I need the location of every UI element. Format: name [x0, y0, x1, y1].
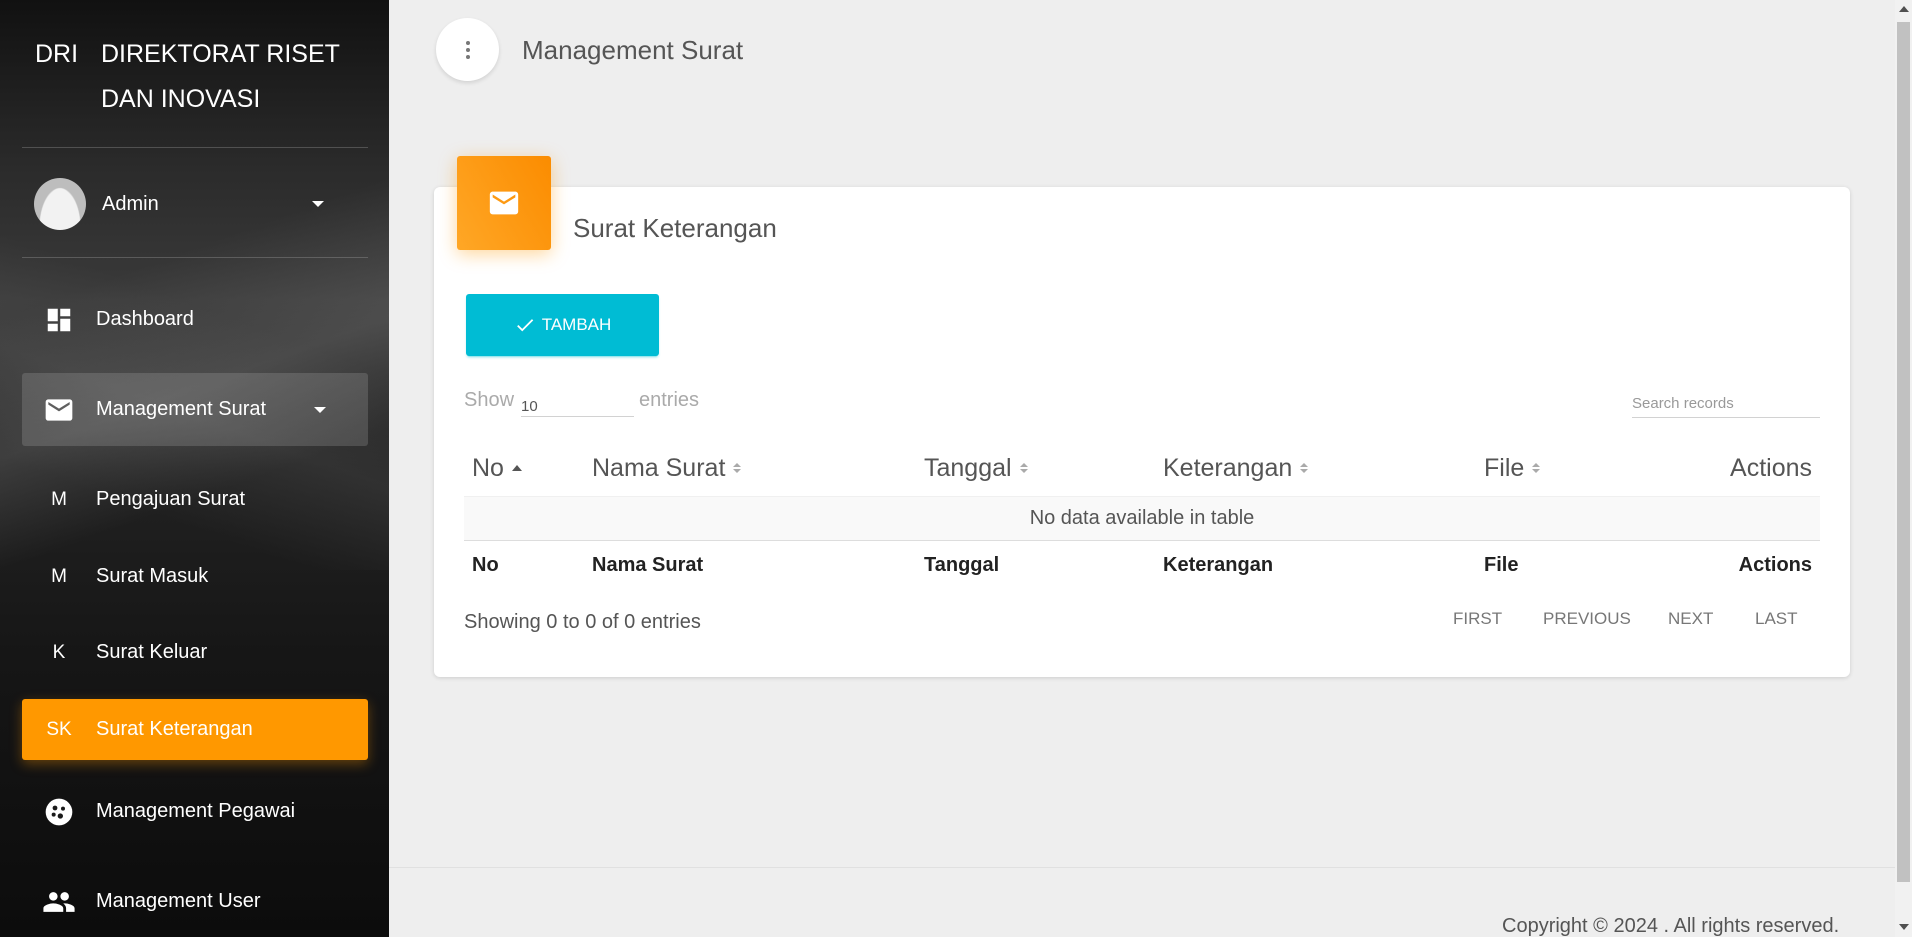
more-vert-dot	[465, 54, 470, 59]
dashboard-icon	[22, 305, 96, 335]
chevron-down-icon	[314, 406, 326, 413]
sidebar-item-label: Management Pegawai	[96, 800, 296, 822]
scroll-thumb[interactable]	[1897, 22, 1910, 882]
entries-length-select[interactable]	[521, 393, 634, 417]
avatar	[34, 178, 86, 230]
sort-asc-icon	[511, 465, 522, 471]
show-label: Show	[464, 389, 515, 411]
sidebar-item-mini: K	[52, 641, 66, 663]
sidebar-item-mini: M	[51, 565, 67, 587]
column-header-keterangan[interactable]: Keterangan	[1155, 454, 1476, 483]
sidebar-item-management-user[interactable]: Management User	[22, 871, 368, 932]
column-header-label: Actions	[1730, 453, 1812, 482]
more-vert-icon	[465, 40, 470, 45]
footer-cell: Keterangan	[1163, 554, 1274, 576]
sidebar-item-surat-keluar[interactable]: K Surat Keluar	[22, 622, 368, 683]
sidebar-item-pengajuan-surat[interactable]: M Pengajuan Surat	[22, 469, 368, 530]
column-header-label: No	[472, 453, 504, 482]
main-content: Management Surat Surat Keterangan TAMBAH…	[389, 0, 1895, 937]
sort-icon	[733, 463, 742, 473]
sidebar-item-label: Management User	[96, 890, 261, 912]
check-icon	[516, 319, 533, 332]
face-icon	[22, 796, 96, 828]
sidebar-item-label: Pengajuan Surat	[96, 488, 246, 510]
sidebar-item-mini: SK	[46, 718, 72, 740]
column-header-actions: Actions	[1676, 454, 1820, 483]
scroll-up-icon[interactable]	[1899, 6, 1909, 12]
table-header: No Nama Surat Tanggal Keterangan File Ac…	[464, 440, 1820, 496]
sidebar-divider	[22, 147, 368, 148]
brand-mini: DRI	[35, 40, 79, 68]
sidebar-item-label: Dashboard	[96, 308, 194, 330]
card-title: Surat Keterangan	[573, 213, 777, 243]
sidebar-item-label: Management Surat	[96, 398, 267, 420]
table-info: Showing 0 to 0 of 0 entries	[464, 611, 701, 633]
footer-cell: Tanggal	[924, 554, 1000, 576]
page-title: Management Surat	[522, 35, 744, 65]
sidebar-item-surat-keterangan[interactable]: SK Surat Keterangan	[22, 699, 368, 760]
chevron-down-icon	[312, 201, 324, 207]
more-vert-dot	[465, 47, 470, 52]
column-header-file[interactable]: File	[1476, 454, 1676, 483]
sidebar-item-dashboard[interactable]: Dashboard	[22, 289, 368, 350]
mail-icon	[489, 191, 519, 215]
card-header-icon	[457, 156, 551, 250]
entries-label: entries	[639, 389, 700, 411]
sidebar-item-label: Surat Masuk	[96, 565, 209, 587]
sidebar-item-label: Surat Keluar	[96, 641, 208, 663]
user-menu[interactable]: Admin	[34, 178, 368, 230]
mail-icon	[22, 394, 96, 426]
table-footer: No Nama Surat Tanggal Keterangan File Ac…	[464, 540, 1820, 590]
footer-cell: Actions	[1738, 554, 1812, 576]
sidebar-item-surat-masuk[interactable]: M Surat Masuk	[22, 546, 368, 607]
minimize-sidebar-button[interactable]	[436, 18, 499, 81]
column-header-nama-surat[interactable]: Nama Surat	[584, 454, 916, 483]
sidebar-item-management-pegawai[interactable]: Management Pegawai	[22, 781, 368, 842]
page-scrollbar[interactable]	[1895, 0, 1912, 937]
pager-last[interactable]: LAST	[1755, 609, 1798, 629]
footer-divider	[389, 867, 1895, 868]
column-header-label: Nama Surat	[592, 453, 726, 482]
pager-previous[interactable]: PREVIOUS	[1543, 609, 1631, 629]
footer-cell: No	[472, 554, 499, 576]
column-header-label: File	[1484, 453, 1525, 482]
sidebar-item-mini: M	[51, 488, 67, 510]
data-table: No Nama Surat Tanggal Keterangan File Ac…	[464, 440, 1820, 590]
user-name: Admin	[102, 192, 159, 215]
copyright: Copyright © 2024 . All rights reserved.	[1502, 915, 1840, 937]
empty-table-message: No data available in table	[464, 496, 1820, 540]
sidebar: DRI DIREKTORAT RISET DAN INOVASI Admin D…	[0, 0, 389, 937]
content-card	[434, 187, 1850, 677]
sidebar-divider	[22, 257, 368, 258]
footer-cell: File	[1484, 554, 1519, 576]
column-header-tanggal[interactable]: Tanggal	[916, 454, 1155, 483]
sort-icon	[1300, 463, 1309, 473]
brand-full: DIREKTORAT RISET DAN INOVASI	[101, 40, 340, 113]
sidebar-item-label: Surat Keterangan	[96, 718, 253, 740]
people-icon	[22, 885, 96, 919]
brand-logo[interactable]: DRI DIREKTORAT RISET DAN INOVASI	[35, 32, 361, 122]
sort-icon	[1532, 463, 1541, 473]
column-header-label: Tanggal	[924, 453, 1012, 482]
scroll-down-icon[interactable]	[1899, 924, 1909, 930]
add-button-label: TAMBAH	[541, 315, 612, 334]
pager-first[interactable]: FIRST	[1453, 609, 1502, 629]
sort-icon	[1019, 463, 1028, 473]
footer-cell: Nama Surat	[592, 554, 704, 576]
column-header-no[interactable]: No	[464, 454, 584, 483]
add-button[interactable]: TAMBAH	[466, 294, 659, 356]
sidebar-item-management-surat[interactable]: Management Surat	[22, 373, 368, 446]
pager-next[interactable]: NEXT	[1668, 609, 1713, 629]
column-header-label: Keterangan	[1163, 453, 1293, 482]
search-input[interactable]	[1632, 390, 1820, 418]
